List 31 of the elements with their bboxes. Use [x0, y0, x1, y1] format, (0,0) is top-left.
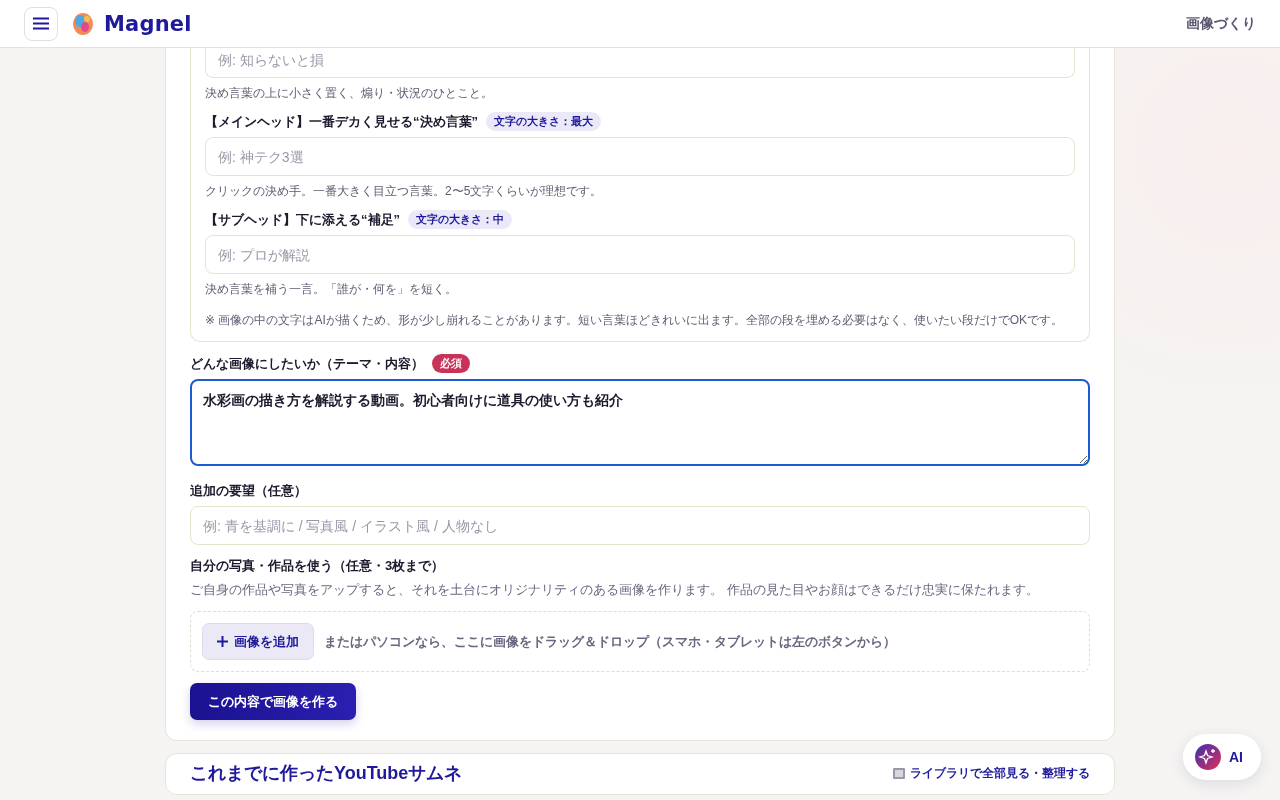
requests-input-field[interactable]: 例: 青を基調に / 写真風 / イラスト風 / 人物なし [190, 506, 1090, 545]
menu-icon [33, 17, 49, 30]
size-tag: 文字の大きさ：最大 [486, 112, 601, 131]
field-hint: 決め言葉の上に小さく置く、煽り・状況のひとこと。 [205, 85, 494, 102]
drop-hint: またはパソコンなら、ここに画像をドラッグ＆ドロップ（スマホ・タブレットは左のボタンから） [324, 632, 896, 651]
field-hint: 決め言葉を補う一言。「誰が・何を」を短く。 [205, 281, 458, 298]
field-label: どんな画像にしたいか（テーマ・内容） [190, 354, 424, 373]
note-text: ※ 画像の中の文字はAIが描くため、形が少し崩れることがあります。短い言葉ほどきれいに出ます。全部の段を埋める必要はなく、使いたい段だけでOKです。 [205, 312, 1065, 329]
photos-description: ご自身の作品や写真をアップすると、それを土台にオリジナリティのある画像を作ります。 作品の見た目やお顔はできるだけ忠実に保たれます。 [190, 581, 1040, 599]
size-tag: 文字の大きさ：中 [408, 210, 512, 229]
text-input-field[interactable]: 例: 神テク3選 [205, 137, 1075, 176]
add-image-button[interactable]: 画像を追加 [202, 623, 314, 660]
menu-button[interactable] [24, 6, 58, 41]
submit-button[interactable]: この内容で画像を作る [190, 683, 356, 720]
section-title: これまでに作ったYouTubeサムネ [190, 762, 463, 784]
required-tag: 必須 [432, 354, 470, 373]
text-input-field[interactable]: 例: プロが解説 [205, 235, 1075, 274]
field-hint: クリックの決め手。一番大きく目立つ言葉。2〜5文字くらいが理想です。 [205, 183, 604, 200]
plus-icon [217, 636, 228, 647]
field-label: 【サブヘッド】下に添える“補足” [205, 210, 400, 229]
nav-link[interactable]: 画像づくり [1186, 14, 1256, 33]
ai-assistant-button[interactable]: AI [1183, 734, 1261, 780]
sparkle-icon [1195, 744, 1221, 770]
library-link[interactable]: ライブラリで全部見る・整理する [892, 764, 1090, 782]
field-label: 自分の写真・作品を使う（任意・3枚まで） [190, 557, 445, 575]
field-label: 【メインヘッド】一番デカく見せる“決め言葉” [205, 112, 478, 131]
logo-text[interactable]: Magnel [104, 11, 192, 36]
theme-textarea[interactable]: 水彩画の描き方を解説する動画。初心者向けに道具の使い方も紹介 [190, 379, 1090, 466]
text-input-field[interactable]: 例: 知らないと損 [205, 47, 1075, 78]
drop-zone[interactable]: 画像を追加 またはパソコンなら、ここに画像をドラッグ＆ドロップ（スマホ・タブレットは左のボタンから） [190, 611, 1090, 672]
field-label: 追加の要望（任意） [190, 482, 307, 500]
